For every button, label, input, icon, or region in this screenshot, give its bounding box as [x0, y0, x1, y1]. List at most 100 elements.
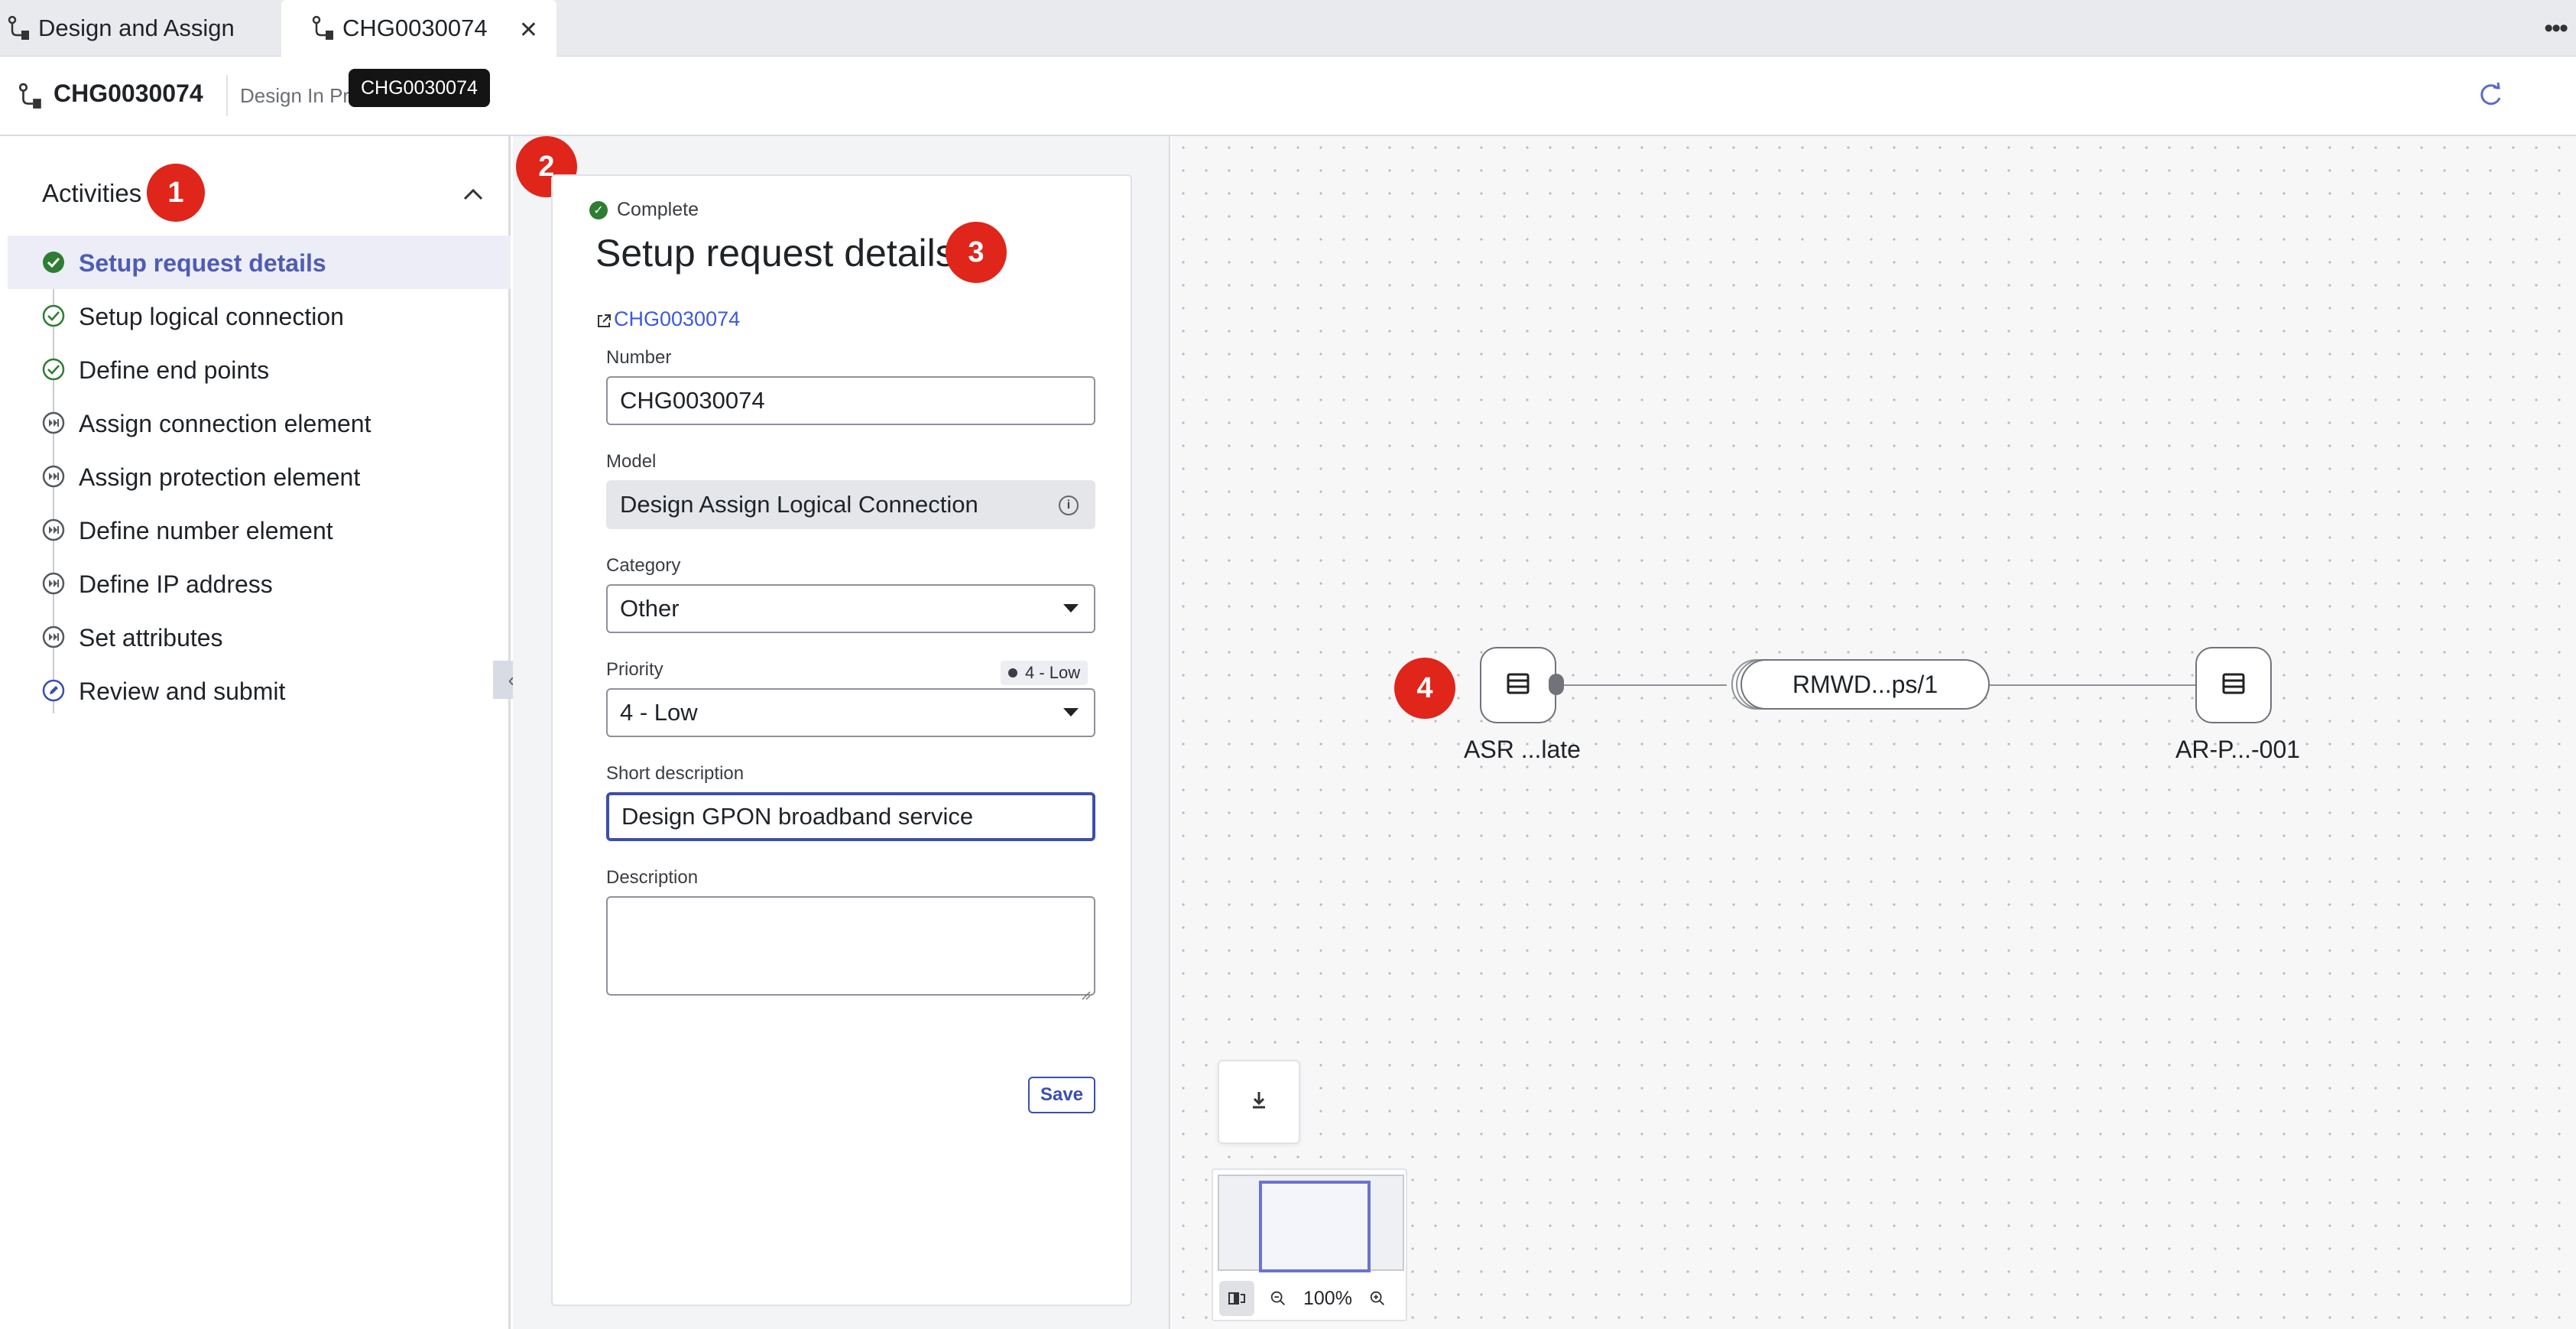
activity-label: Assign protection element [79, 463, 361, 491]
skip-icon [42, 518, 65, 541]
skip-icon [42, 465, 65, 488]
list-icon [1505, 671, 1531, 700]
tab-chg0030074[interactable]: CHG0030074 ✕ [281, 0, 556, 57]
model-field: Design Assign Logical Connection i [606, 480, 1095, 529]
tab-label: CHG0030074 [342, 15, 488, 41]
activity-list: Setup request details Setup logical conn… [0, 236, 511, 717]
description-label: Description [606, 867, 699, 888]
activity-define-number-element[interactable]: Define number element [0, 503, 511, 557]
check-filled-icon [42, 251, 65, 274]
record-link-text: CHG0030074 [614, 307, 741, 330]
category-select[interactable]: Other [606, 584, 1095, 633]
activity-label: Setup request details [79, 249, 326, 277]
activity-label: Define number element [79, 517, 333, 544]
tab-bar: Design and Assign CHG0030074 ✕ ••• [0, 0, 2576, 57]
check-outline-icon [42, 304, 65, 327]
zoom-out-icon[interactable] [1260, 1281, 1296, 1316]
topology-node-ar[interactable] [2195, 647, 2272, 723]
zoom-level: 100% [1303, 1287, 1352, 1309]
title-tooltip: CHG0030074 [349, 69, 490, 107]
number-label: Number [606, 347, 672, 368]
node-label: AR-P...-001 [2175, 736, 2301, 763]
activities-panel: Activities 1 Setup request details Setup… [0, 136, 530, 1329]
tab-design-and-assign[interactable]: Design and Assign [8, 0, 279, 57]
short-description-label: Short description [606, 763, 745, 784]
activity-label: Set attributes [79, 624, 223, 652]
activity-setup-request-details[interactable]: Setup request details [8, 236, 511, 289]
record-title: CHG0030074 [54, 80, 203, 107]
annotation-badge-4: 4 [1394, 658, 1455, 719]
list-icon [2221, 671, 2247, 700]
download-icon [1246, 1087, 1272, 1117]
node-port[interactable] [1549, 674, 1564, 695]
link-pill[interactable]: RMWD...ps/1 [1741, 659, 1990, 710]
minimap[interactable]: 100% [1212, 1168, 1407, 1321]
more-options-icon[interactable]: ••• [2544, 14, 2568, 44]
save-button[interactable]: Save [1028, 1077, 1095, 1113]
annotation-badge-3: 3 [946, 222, 1007, 283]
caret-down-icon [1063, 604, 1079, 613]
close-icon[interactable]: ✕ [519, 17, 538, 44]
activity-label: Define IP address [79, 570, 273, 598]
short-description-input[interactable]: Design GPON broadband service [606, 792, 1095, 841]
activity-define-end-points[interactable]: Define end points [0, 343, 511, 396]
category-value: Other [620, 595, 680, 622]
download-button[interactable] [1218, 1060, 1300, 1144]
check-filled-icon: ✓ [589, 200, 608, 219]
model-label: Model [606, 451, 657, 472]
activity-assign-connection-element[interactable]: Assign connection element [0, 396, 511, 450]
refresh-icon[interactable] [2474, 78, 2507, 112]
category-label: Category [606, 555, 681, 576]
link-edge [1551, 684, 1727, 686]
priority-label: Priority [606, 659, 663, 680]
topology-canvas[interactable]: 4 ASR ...late RMWD...ps/1 AR-P...-001 10… [1172, 136, 2576, 1329]
priority-dot [1008, 668, 1017, 677]
activity-label: Setup logical connection [79, 303, 344, 330]
external-link-icon [595, 311, 612, 328]
check-outline-icon [42, 358, 65, 381]
description-textarea[interactable] [606, 896, 1095, 1000]
workflow-icon [312, 15, 335, 41]
priority-value: 4 - Low [620, 699, 698, 726]
activity-label: Define end points [79, 356, 270, 384]
record-header: CHG0030074 Design In Pr CHG0030074 [0, 57, 2576, 136]
zoom-in-icon[interactable] [1360, 1281, 1395, 1316]
record-state: Design In Pr [240, 84, 350, 107]
skip-icon [42, 572, 65, 595]
activity-assign-protection-element[interactable]: Assign protection element [0, 450, 511, 503]
chevron-up-icon[interactable] [462, 184, 485, 206]
activity-review-and-submit[interactable]: Review and submit [0, 664, 511, 717]
activity-label: Assign connection element [79, 410, 371, 437]
status-badge: ✓ Complete [589, 199, 699, 221]
workflow-icon [8, 15, 31, 41]
zoom-controls: 100% [1213, 1277, 1409, 1320]
resize-handle-icon[interactable] [1079, 979, 1091, 1000]
fit-view-icon[interactable] [1219, 1281, 1254, 1316]
activity-label: Review and submit [79, 677, 286, 705]
activity-setup-logical-connection[interactable]: Setup logical connection [0, 289, 511, 343]
status-text: Complete [617, 199, 699, 220]
priority-tag: 4 - Low [1001, 661, 1088, 685]
edit-circle-icon [42, 679, 65, 702]
activity-set-attributes[interactable]: Set attributes [0, 610, 511, 664]
annotation-badge-1: 1 [147, 164, 205, 222]
number-field[interactable]: CHG0030074 [606, 376, 1095, 425]
form-card: ✓ Complete Setup request details 3 CHG00… [551, 174, 1132, 1306]
priority-tag-text: 4 - Low [1025, 663, 1081, 682]
workflow-icon [18, 83, 43, 110]
record-link[interactable]: CHG0030074 [595, 307, 740, 331]
minimap-view [1218, 1175, 1404, 1272]
model-value: Design Assign Logical Connection [620, 491, 978, 518]
info-icon[interactable]: i [1059, 496, 1079, 515]
topology-node-asr[interactable] [1480, 647, 1556, 723]
activities-title: Activities [42, 179, 142, 207]
link-label: RMWD...ps/1 [1792, 670, 1938, 698]
activity-define-ip-address[interactable]: Define IP address [0, 557, 511, 610]
tab-label: Design and Assign [38, 15, 235, 41]
skip-icon [42, 626, 65, 648]
priority-select[interactable]: 4 - Low [606, 688, 1095, 737]
minimap-viewport[interactable] [1259, 1181, 1371, 1272]
caret-down-icon [1063, 708, 1079, 716]
number-value: CHG0030074 [620, 387, 765, 414]
divider [226, 75, 228, 116]
